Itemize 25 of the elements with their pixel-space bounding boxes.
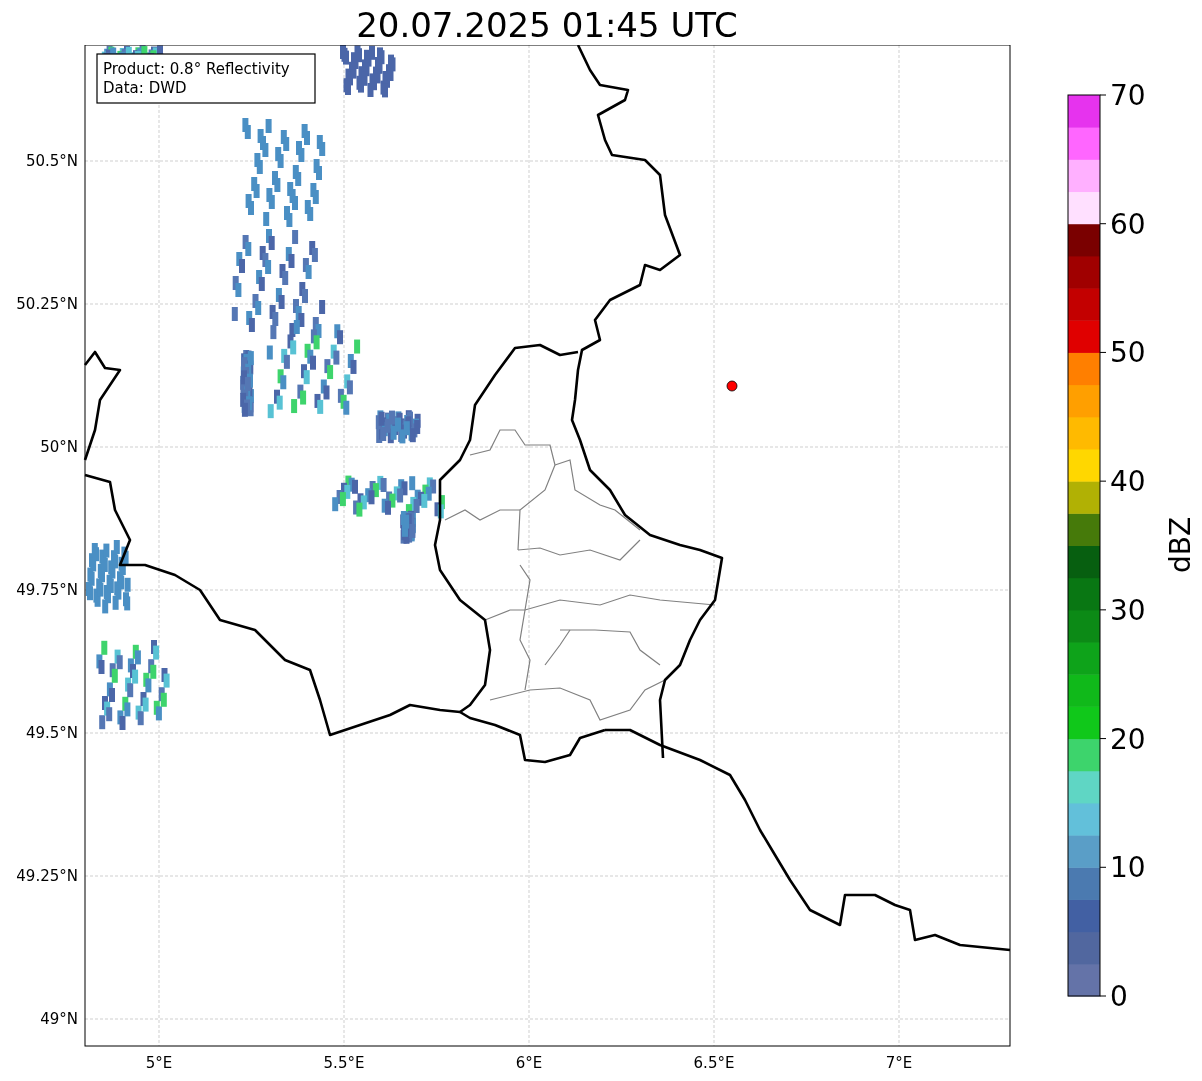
axis-tick-label: 7°E [885,1054,913,1072]
axis-tick-label: 49.25°N [16,867,78,885]
colorbar-tick-label: 60 [1110,207,1146,241]
axis-tick-label: 50°N [40,438,78,456]
colorbar-label: dBZ [1164,516,1197,574]
axis-tick-label: 50.5°N [25,152,78,170]
axis-tick-label: 6°E [515,1054,543,1072]
axis-tick-label: 50.25°N [16,295,78,313]
axis-tick-label: 49°N [40,1010,78,1028]
colorbar-tick-label: 10 [1110,851,1146,885]
colorbar-tick-label: 30 [1110,593,1146,627]
colorbar-tick-label: 20 [1110,722,1146,756]
colorbar-tick-label: 40 [1110,465,1146,499]
chart-title: 20.07.2025 01:45 UTC [356,5,738,45]
axis-tick-label: 5.5°E [323,1054,365,1072]
axis-tick-label: 49.5°N [25,724,78,742]
colorbar-tick-label: 70 [1110,79,1146,112]
colorbar-tick-label: 0 [1110,980,1128,1013]
location-marker [726,380,738,392]
axis-tick-label: 49.75°N [16,581,78,599]
info-text: Product: 0.8° Reflectivity [103,60,290,78]
axis-tick-label: 5°E [145,1054,173,1072]
colorbar-tick-label: 50 [1110,336,1146,370]
axis-tick-label: 6.5°E [693,1054,735,1072]
info-text: Data: DWD [103,79,187,97]
